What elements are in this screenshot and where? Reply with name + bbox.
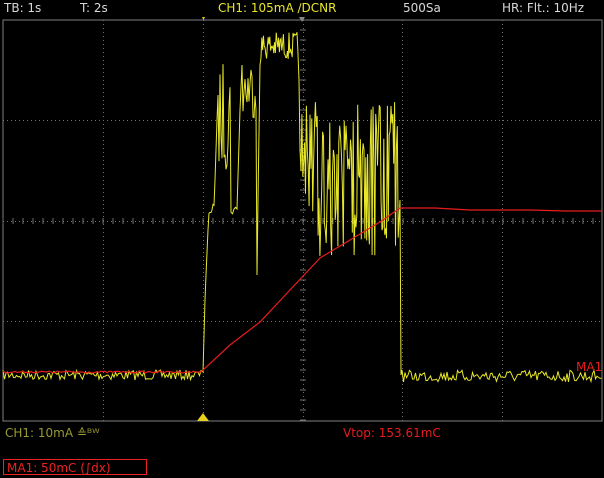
channel1-readout[interactable]: CH1: 105mA ∕DCNR	[218, 1, 337, 15]
ch1-scale-readout[interactable]: CH1: 10mA ≙ᴮᵂ	[5, 426, 100, 440]
waveform-display: MA1	[2, 17, 603, 422]
scale-bar: CH1: 10mA ≙ᴮᵂ Vtop: 153.61mC	[0, 424, 604, 442]
trigger-time-readout[interactable]: T: 2s	[80, 1, 108, 15]
status-bar: TB: 1s T: 2s CH1: 105mA ∕DCNR 500Sa HR: …	[0, 0, 604, 16]
math-trace-label: MA1	[576, 360, 602, 374]
sample-rate-readout[interactable]: 500Sa	[403, 1, 441, 15]
hires-filter-readout[interactable]: HR: Flt.: 10Hz	[502, 1, 584, 15]
math-channel-box[interactable]: MA1: 50mC (∫dx)	[3, 459, 147, 475]
timebase-readout[interactable]: TB: 1s	[4, 1, 41, 15]
vtop-measurement[interactable]: Vtop: 153.61mC	[343, 426, 441, 440]
